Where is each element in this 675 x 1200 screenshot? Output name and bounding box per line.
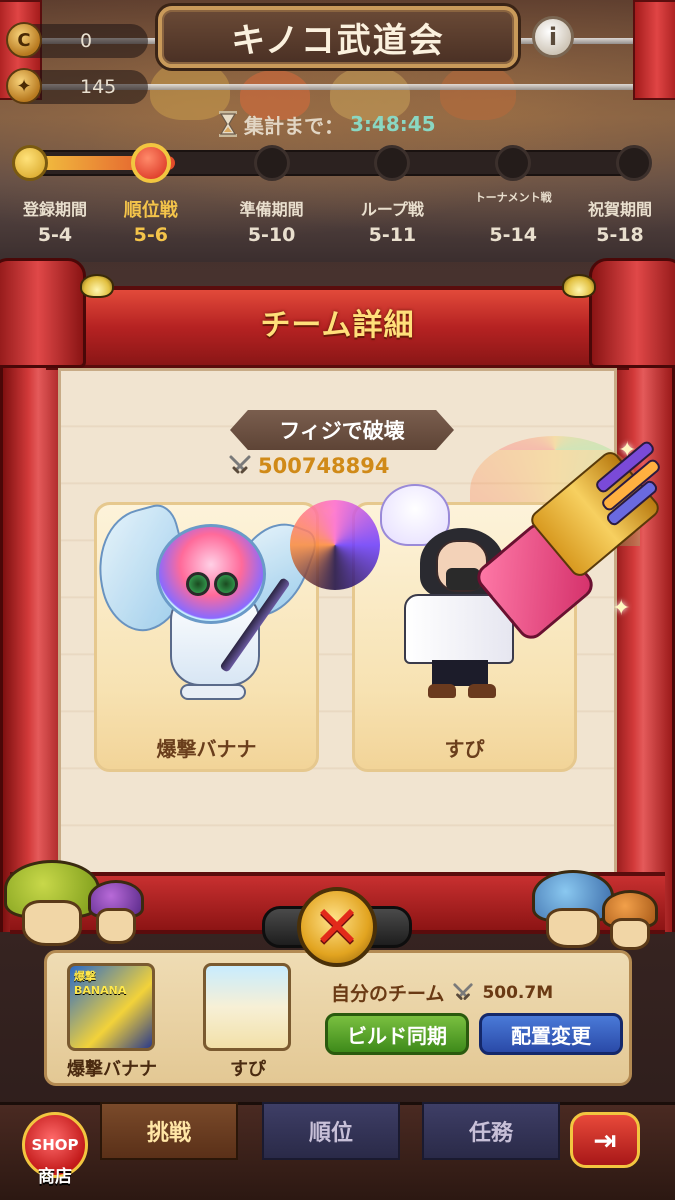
currency-1-value: 0	[80, 30, 93, 52]
own-member-name-2: すぴ	[230, 1059, 266, 1080]
stage-date-5: 5-14	[489, 224, 537, 246]
own-member-name-1: 爆撃バナナ	[67, 1059, 157, 1080]
shop-label: 商店	[38, 1167, 72, 1187]
hourglass-icon	[219, 111, 237, 137]
mushroom-mascot	[96, 908, 136, 944]
stage-label-5: トーナメント戦	[474, 191, 552, 204]
close-button[interactable]: ✕	[262, 884, 412, 970]
boot-icon	[428, 684, 456, 698]
crossed-swords-icon	[229, 455, 251, 474]
stage-label-4: ループ戦	[360, 200, 424, 219]
lamp-icon	[562, 274, 596, 298]
countdown-timer: 集計まで： 3:48:45	[218, 108, 436, 140]
tab-missions[interactable]: 任務	[422, 1102, 560, 1160]
exit-icon: ⇥	[593, 1123, 617, 1157]
gas-mask-icon	[446, 568, 480, 590]
stage-label-2: 順位戦	[123, 200, 178, 221]
own-team-panel: 爆撃 BANANA 爆撃バナナ すぴ 自分のチーム 500.7M ビルド同期 配…	[44, 950, 632, 1086]
currency-2-value: 145	[80, 76, 117, 98]
own-team-label: 自分のチーム	[331, 983, 445, 1005]
ring-post-right	[633, 0, 675, 100]
stage-label-6: 祝賀期間	[587, 200, 652, 219]
arrange-button[interactable]: 配置変更	[479, 1013, 623, 1055]
currency-1: C 0	[6, 22, 148, 58]
stage-node-3	[253, 145, 290, 181]
stage-node-6	[616, 145, 652, 181]
thumb-label: 爆撃 BANANA	[74, 970, 127, 997]
stage-date-4: 5-11	[368, 224, 417, 246]
boot-icon	[468, 684, 496, 698]
page-title: キノコ武道会	[231, 20, 445, 61]
member-name-1: 爆撃バナナ	[156, 737, 257, 761]
goggle-icon	[214, 572, 238, 596]
timer-label: 集計まで：	[244, 113, 344, 138]
timer-value: 3:48:45	[350, 112, 436, 136]
team-name: フィジで破壊	[279, 419, 405, 443]
character-pants	[432, 660, 488, 686]
exit-button[interactable]: ⇥	[570, 1112, 640, 1168]
close-x-icon: ✕	[312, 893, 362, 961]
build-sync-button[interactable]: ビルド同期	[325, 1013, 469, 1055]
own-member-thumb-1[interactable]: 爆撃 BANANA	[67, 963, 155, 1051]
stage-date-3: 5-10	[247, 224, 296, 246]
goggle-icon	[186, 572, 210, 596]
crowd-decoration	[440, 64, 516, 120]
title-plate: キノコ武道会	[158, 6, 518, 68]
character-helmet	[156, 524, 266, 624]
mushroom-mascot	[610, 918, 650, 950]
currency-2: ✦ 145	[6, 68, 148, 104]
info-button[interactable]: i	[532, 16, 574, 58]
sparkle-icon: ✦	[612, 596, 631, 621]
own-team-header: 自分のチーム 500.7M	[331, 979, 553, 1006]
team-name-banner: フィジで破壊	[230, 410, 454, 450]
team-power: 500748894	[228, 454, 390, 478]
stage-date-2: 5-6	[133, 224, 168, 246]
member-name-2: すぴ	[444, 737, 485, 761]
mushroom-mascot	[22, 900, 82, 946]
own-team-power: 500.7M	[482, 982, 554, 1003]
coin-c-icon: C	[6, 22, 42, 58]
info-icon: i	[548, 23, 558, 51]
lamp-icon	[80, 274, 114, 298]
character-feet	[180, 684, 246, 700]
detail-title: チーム詳細	[260, 308, 415, 343]
stage-node-1	[12, 145, 48, 181]
stage-date-6: 5-18	[596, 224, 644, 246]
stage-label-1: 登録期間	[22, 200, 87, 219]
stage-node-2	[130, 143, 171, 183]
shop-badge: SHOP	[31, 1136, 79, 1154]
belt-buckle: ✕	[297, 887, 377, 967]
crossed-swords-icon	[453, 982, 474, 1000]
spirit-swirl	[290, 500, 380, 590]
own-member-thumb-2[interactable]	[203, 963, 291, 1051]
stage-node-5	[495, 145, 532, 181]
stage-date-1: 5-4	[37, 224, 73, 246]
tab-challenge[interactable]: 挑戦	[100, 1102, 238, 1160]
mushroom-mascot	[546, 908, 600, 948]
ticket-icon: ✦	[6, 68, 42, 104]
tab-ranking[interactable]: 順位	[262, 1102, 400, 1160]
stage-label-3: 準備期間	[239, 200, 304, 219]
team-power-value: 500748894	[258, 454, 390, 478]
